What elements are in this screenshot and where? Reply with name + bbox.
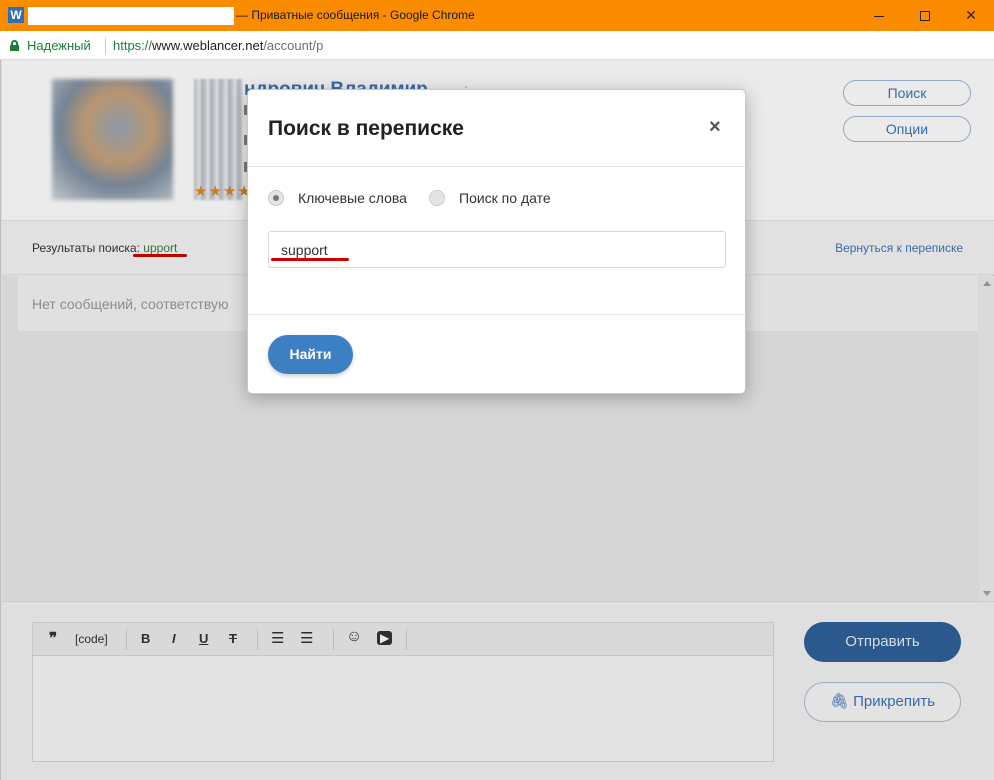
radio-keywords-label[interactable]: Ключевые слова	[298, 190, 407, 206]
close-icon: ✕	[965, 7, 977, 23]
app-icon: W	[8, 7, 24, 23]
dialog-title: Поиск в переписке	[268, 117, 464, 140]
address-separator	[105, 38, 106, 54]
radio-keywords[interactable]	[268, 190, 284, 206]
search-input[interactable]	[268, 231, 726, 268]
dialog-close-button[interactable]: ×	[709, 116, 721, 139]
radio-date[interactable]	[429, 190, 445, 206]
minimize-icon	[874, 15, 884, 17]
maximize-icon	[920, 11, 930, 22]
url-scheme: https://	[113, 38, 153, 53]
secure-label: Надежный	[27, 38, 91, 53]
lock-icon	[10, 40, 19, 51]
maximize-button[interactable]	[902, 0, 948, 31]
minimize-button[interactable]	[856, 0, 902, 31]
find-button[interactable]: Найти	[268, 335, 353, 374]
url-text[interactable]: https://www.weblancer.net/account/p	[113, 38, 323, 53]
window-titlebar: W — Приватные сообщения - Google Chrome …	[0, 0, 994, 31]
title-redaction	[28, 7, 234, 25]
url-host: www.weblancer.net	[152, 38, 264, 53]
dialog-divider	[248, 166, 745, 167]
radio-date-label[interactable]: Поиск по дате	[459, 190, 551, 206]
url-path: /account/p	[263, 38, 324, 53]
dialog-divider	[248, 314, 745, 315]
search-dialog: Поиск в переписке × Ключевые слова Поиск…	[247, 89, 746, 394]
close-window-button[interactable]: ✕	[948, 0, 994, 31]
window-title: — Приватные сообщения - Google Chrome	[236, 8, 475, 22]
address-bar[interactable]: Надежный https://www.weblancer.net/accou…	[0, 31, 994, 60]
highlight-underline	[271, 258, 349, 261]
